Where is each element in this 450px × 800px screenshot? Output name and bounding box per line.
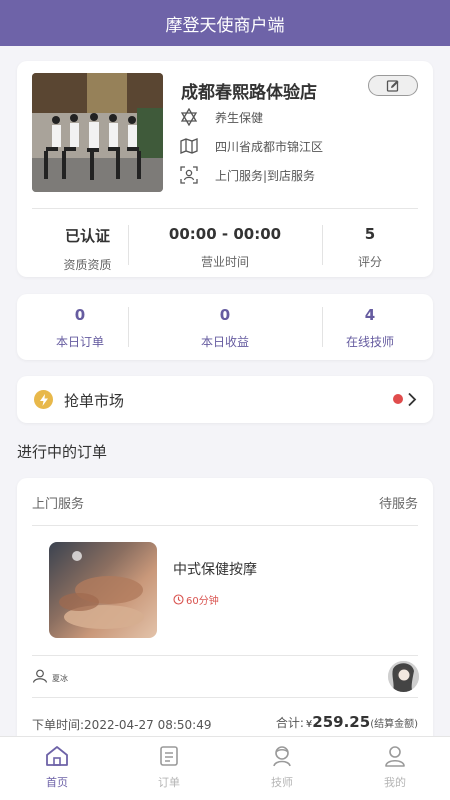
lightning-icon (34, 390, 53, 409)
store-category: 养生保健 (215, 110, 264, 125)
order-divider (32, 655, 418, 656)
customer-info: 夏冰 (32, 668, 68, 684)
nav-item-technicians[interactable]: 技师 (242, 745, 322, 790)
notification-dot (393, 394, 403, 404)
total-amount: 259.25 (312, 713, 371, 731)
customer-name: 夏冰 (52, 674, 68, 683)
nav-item-profile[interactable]: 我的 (355, 745, 435, 790)
metric-today-orders[interactable]: 0 本日订单 (32, 306, 128, 350)
home-icon (46, 746, 68, 766)
user-scan-icon (179, 166, 199, 184)
chevron-right-icon (408, 392, 417, 407)
order-card[interactable]: 上门服务 待服务 中式保健按摩 60分钟 夏冰 下单时间:2022-04-27 … (17, 478, 433, 758)
duration-text: 60分钟 (186, 596, 219, 607)
profile-icon (385, 746, 405, 767)
amount-note: (结算金额) (370, 719, 418, 730)
store-address: 四川省成都市锦江区 (215, 139, 324, 154)
edit-store-button[interactable] (368, 75, 418, 96)
service-image (49, 542, 157, 638)
stat-value: 已认证 (64, 227, 110, 245)
store-divider (32, 208, 418, 209)
nav-label: 我的 (384, 776, 406, 789)
star-of-david-icon (179, 108, 199, 126)
edit-icon (386, 79, 399, 92)
order-time: 下单时间:2022-04-27 08:50:49 (32, 716, 212, 733)
service-name: 中式保健按摩 (173, 562, 257, 578)
service-duration: 60分钟 (173, 592, 219, 607)
total-label: 合计: (275, 716, 304, 730)
order-divider (32, 525, 418, 526)
stat-value: 5 (364, 225, 376, 243)
store-address-row: 四川省成都市锦江区 (179, 137, 323, 155)
stat-business-hours: 00:00 - 00:00 营业时间 (128, 225, 322, 270)
metric-value: 0 (219, 306, 231, 324)
store-photo (32, 73, 163, 192)
nav-label: 订单 (158, 776, 180, 789)
nav-item-orders[interactable]: 订单 (129, 745, 209, 790)
metric-label: 本日收益 (200, 335, 249, 349)
stat-label: 评分 (357, 255, 382, 269)
stat-certification: 已认证 资质资质 (32, 225, 143, 273)
clock-icon (173, 594, 184, 605)
bottom-navigation: 首页 订单 技师 我的 (0, 736, 450, 800)
store-service-modes: 上门服务|到店服务 (215, 168, 316, 183)
map-icon (179, 137, 199, 155)
store-service-modes-row: 上门服务|到店服务 (179, 166, 315, 184)
metric-value: 4 (364, 306, 376, 324)
metric-value: 0 (74, 306, 86, 324)
metric-label: 本日订单 (55, 335, 104, 349)
technician-avatar[interactable] (388, 661, 419, 692)
metric-online-technicians[interactable]: 4 在线技师 (322, 306, 418, 350)
daily-metrics-card: 0 本日订单 0 本日收益 4 在线技师 (17, 294, 433, 360)
store-category-row: 养生保健 (179, 108, 263, 126)
order-type: 上门服务 (32, 497, 85, 512)
order-total: 合计: ¥ 259.25 (结算金额) (276, 713, 418, 731)
technician-icon (273, 746, 291, 767)
order-icon (160, 746, 178, 766)
stat-label: 资质资质 (63, 258, 112, 272)
nav-label: 技师 (271, 776, 293, 789)
app-title-bar: 摩登天使商户端 (0, 0, 450, 46)
metric-today-income[interactable]: 0 本日收益 (128, 306, 322, 350)
orders-section-title: 进行中的订单 (17, 443, 108, 461)
store-info-card: 成都春熙路体验店 养生保健 四川省成都市锦江区 上门服务|到店服务 已认证 资质… (17, 61, 433, 277)
stat-value: 00:00 - 00:00 (168, 225, 282, 243)
order-status: 待服务 (378, 497, 418, 512)
market-label: 抢单市场 (64, 392, 125, 410)
order-divider (32, 697, 418, 698)
app-title: 摩登天使商户端 (165, 15, 285, 36)
nav-item-home[interactable]: 首页 (17, 745, 97, 790)
order-time-label: 下单时间: (32, 718, 85, 732)
store-name: 成都春熙路体验店 (181, 83, 317, 103)
order-market-entry[interactable]: 抢单市场 (17, 376, 433, 423)
stat-label: 营业时间 (200, 255, 249, 269)
stat-rating: 5 评分 (322, 225, 418, 270)
metric-label: 在线技师 (345, 335, 394, 349)
user-icon (32, 669, 48, 683)
order-time-value: 2022-04-27 08:50:49 (84, 718, 212, 732)
nav-label: 首页 (46, 776, 68, 789)
